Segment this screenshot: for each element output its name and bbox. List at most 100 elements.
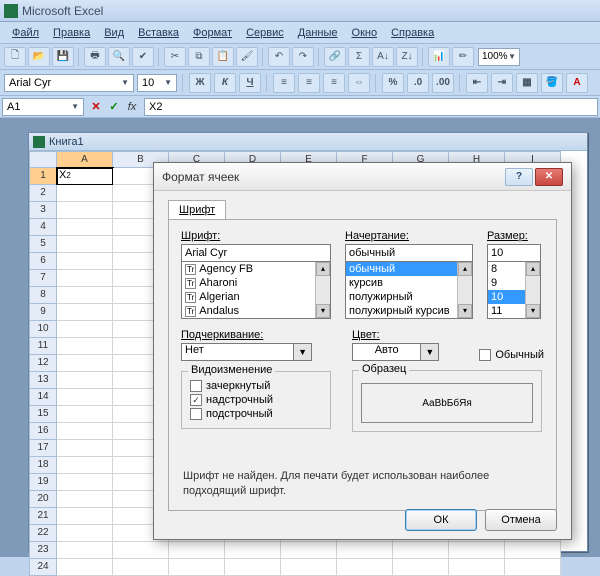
col-header[interactable]: A (57, 151, 113, 168)
color-combo[interactable]: Авто▼ (352, 343, 439, 361)
scrollbar[interactable]: ▴▾ (315, 262, 330, 318)
checkbox-super[interactable]: ✓надстрочный (190, 394, 322, 406)
row-header[interactable]: 20 (29, 491, 57, 508)
redo-icon[interactable]: ↷ (292, 47, 314, 67)
row-header[interactable]: 4 (29, 219, 57, 236)
list-item[interactable]: обычный (346, 262, 472, 276)
chart-icon[interactable]: 📊 (428, 47, 450, 67)
cell[interactable] (57, 270, 113, 287)
list-item[interactable]: TrAgency FB (182, 262, 330, 276)
list-item[interactable]: TrAharoni (182, 276, 330, 290)
list-item[interactable]: TrAlgerian (182, 290, 330, 304)
cell[interactable] (113, 559, 169, 576)
row-header[interactable]: 11 (29, 338, 57, 355)
size-input[interactable] (487, 244, 541, 262)
cell[interactable] (57, 525, 113, 542)
new-icon[interactable]: 🗋 (4, 47, 26, 67)
cell[interactable] (57, 389, 113, 406)
size-listbox[interactable]: 891011▴▾ (487, 261, 541, 319)
cell[interactable] (57, 321, 113, 338)
open-icon[interactable]: 📂 (28, 47, 50, 67)
font-combo[interactable]: Arial Cyr▼ (4, 74, 134, 92)
cell[interactable] (449, 542, 505, 559)
formula-input[interactable]: X2 (144, 98, 598, 116)
borders-icon[interactable]: ▦ (516, 73, 538, 93)
row-header[interactable]: 24 (29, 559, 57, 576)
confirm-edit-icon[interactable]: ✓ (105, 98, 123, 116)
cell[interactable] (337, 542, 393, 559)
cell[interactable] (57, 219, 113, 236)
font-color-icon[interactable]: A (566, 73, 588, 93)
align-center-icon[interactable]: ≡ (298, 73, 320, 93)
list-item[interactable]: курсив (346, 276, 472, 290)
italic-icon[interactable]: К (214, 73, 236, 93)
cell[interactable] (57, 185, 113, 202)
menu-insert[interactable]: Вставка (132, 25, 185, 41)
cell[interactable] (57, 491, 113, 508)
cell[interactable] (57, 406, 113, 423)
list-item[interactable]: полужирный курсив (346, 304, 472, 318)
tab-font[interactable]: Шрифт (168, 200, 226, 220)
link-icon[interactable]: 🔗 (324, 47, 346, 67)
scrollbar[interactable]: ▴▾ (525, 262, 540, 318)
underline-icon[interactable]: Ч (239, 73, 261, 93)
dialog-help-button[interactable]: ? (505, 168, 533, 186)
fmtpaint-icon[interactable]: 🖌 (236, 47, 258, 67)
cell[interactable] (57, 457, 113, 474)
cell[interactable] (57, 559, 113, 576)
spell-icon[interactable]: ✔ (132, 47, 154, 67)
menu-data[interactable]: Данные (292, 25, 344, 41)
row-header[interactable]: 16 (29, 423, 57, 440)
paste-icon[interactable]: 📋 (212, 47, 234, 67)
align-right-icon[interactable]: ≡ (323, 73, 345, 93)
undo-icon[interactable]: ↶ (268, 47, 290, 67)
checkbox-strike[interactable]: зачеркнутый (190, 380, 322, 392)
menu-tools[interactable]: Сервис (240, 25, 290, 41)
cell[interactable] (281, 542, 337, 559)
cancel-button[interactable]: Отмена (485, 509, 557, 531)
row-header[interactable]: 14 (29, 389, 57, 406)
menu-edit[interactable]: Правка (47, 25, 96, 41)
cell[interactable] (57, 423, 113, 440)
cell[interactable] (57, 542, 113, 559)
row-header[interactable]: 2 (29, 185, 57, 202)
cell[interactable] (393, 542, 449, 559)
row-header[interactable]: 9 (29, 304, 57, 321)
align-left-icon[interactable]: ≡ (273, 73, 295, 93)
cell[interactable] (169, 542, 225, 559)
copy-icon[interactable]: ⧉ (188, 47, 210, 67)
cell[interactable] (57, 372, 113, 389)
style-listbox[interactable]: обычныйкурсивполужирныйполужирный курсив… (345, 261, 473, 319)
cell[interactable]: X2 (57, 168, 113, 185)
cell[interactable] (281, 559, 337, 576)
row-header[interactable]: 22 (29, 525, 57, 542)
row-header[interactable]: 1 (29, 168, 57, 185)
menu-file[interactable]: Файл (6, 25, 45, 41)
drawing-icon[interactable]: ✏ (452, 47, 474, 67)
row-header[interactable]: 10 (29, 321, 57, 338)
cell[interactable] (57, 338, 113, 355)
menu-view[interactable]: Вид (98, 25, 130, 41)
row-header[interactable]: 8 (29, 287, 57, 304)
cut-icon[interactable]: ✂ (164, 47, 186, 67)
row-header[interactable]: 13 (29, 372, 57, 389)
row-header[interactable]: 23 (29, 542, 57, 559)
row-header[interactable]: 12 (29, 355, 57, 372)
print-icon[interactable]: 🖶 (84, 47, 106, 67)
bold-icon[interactable]: Ж (189, 73, 211, 93)
sort-asc-icon[interactable]: A↓ (372, 47, 394, 67)
row-header[interactable]: 3 (29, 202, 57, 219)
ok-button[interactable]: ОК (405, 509, 477, 531)
currency-icon[interactable]: % (382, 73, 404, 93)
font-listbox[interactable]: TrAgency FBTrAharoniTrAlgerianTrAndalus▴… (181, 261, 331, 319)
cell[interactable] (337, 559, 393, 576)
row-header[interactable]: 7 (29, 270, 57, 287)
cell[interactable] (57, 253, 113, 270)
name-box[interactable]: A1▼ (2, 98, 84, 116)
cell[interactable] (57, 202, 113, 219)
cell[interactable] (57, 440, 113, 457)
row-header[interactable]: 18 (29, 457, 57, 474)
list-item[interactable]: TrAndalus (182, 304, 330, 318)
cell[interactable] (225, 542, 281, 559)
cell[interactable] (57, 304, 113, 321)
